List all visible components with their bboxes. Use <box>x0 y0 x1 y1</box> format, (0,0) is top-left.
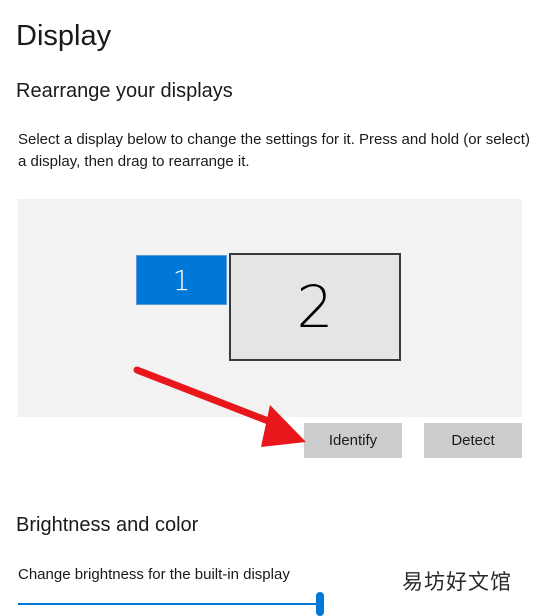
brightness-description: Change brightness for the built-in displ… <box>18 566 290 583</box>
rearrange-description: Select a display below to change the set… <box>18 131 530 170</box>
page-title: Display <box>16 20 112 52</box>
display-1-tile[interactable]: 1 <box>136 255 227 305</box>
watermark: 易坊好文馆 <box>402 570 512 594</box>
brightness-slider-thumb[interactable] <box>316 592 324 616</box>
brightness-slider-track[interactable] <box>18 603 318 605</box>
identify-button[interactable]: Identify <box>304 423 402 458</box>
display-2-tile[interactable]: 2 <box>229 253 401 361</box>
rearrange-displays-heading: Rearrange your displays <box>16 80 233 102</box>
detect-button[interactable]: Detect <box>424 423 522 458</box>
display-arrangement-area[interactable]: 1 2 <box>18 199 522 417</box>
brightness-color-heading: Brightness and color <box>16 514 199 536</box>
